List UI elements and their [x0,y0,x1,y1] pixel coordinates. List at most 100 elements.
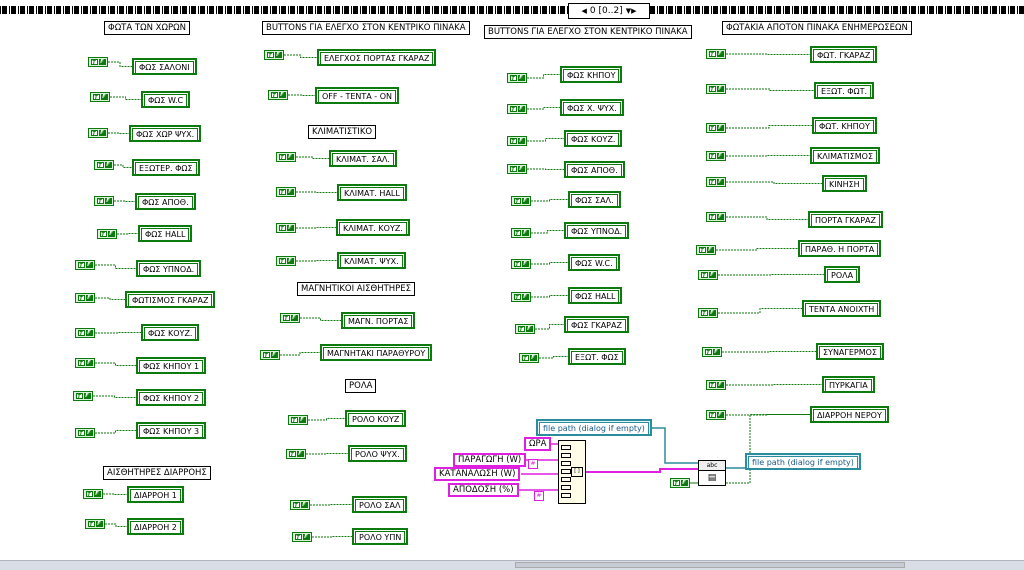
indicator-exterior-light[interactable]: ΕΞΩΤΕΡ. ΦΩΣ [132,159,200,176]
indicator-light-psych-2[interactable]: ΦΩΣ Χ. ΨΥΧ. [560,99,624,116]
boolean-control[interactable]: TF [706,380,726,390]
indicator-ac-living[interactable]: ΚΛΙΜΑΤ. ΣΑΛ. [329,150,397,167]
boolean-control[interactable]: TF [75,428,95,438]
boolean-control[interactable]: TF [706,123,726,133]
boolean-control[interactable]: TF [698,308,718,318]
boolean-control[interactable]: TF [507,136,527,146]
write-to-spreadsheet-node[interactable]: abc ▤ [698,460,726,486]
indicator-panel-shutters[interactable]: ΡΟΛΑ [824,266,861,283]
boolean-control[interactable]: TF [507,164,527,174]
indicator-panel-air-condition[interactable]: ΚΛΙΜΑΤΙΣΜΟΣ [810,147,881,164]
production-string[interactable]: ΠΑΡΑΓΩΓΗ (W) [453,453,527,467]
indicator-garden-light[interactable]: ΦΩΣ ΚΗΠΟΥ [560,66,623,83]
indicator-magnetic-door[interactable]: ΜΑΓΝ. ΠΟΡΤΑΣ [341,312,416,329]
indicator-panel-window-door[interactable]: ΠΑΡΑΘ. Η ΠΟΡΤΑ [798,240,882,257]
indicator-light-bedroom[interactable]: ΦΩΣ ΥΠΝΟΔ. [136,260,202,277]
boolean-control[interactable]: TF [94,196,114,206]
boolean-control[interactable]: TF [507,73,527,83]
boolean-control[interactable]: TF [88,57,108,67]
boolean-control[interactable]: TF [706,410,726,420]
boolean-control[interactable]: TF [702,347,722,357]
indicator-shutter-living[interactable]: ΡΟΛΟ ΣΑΛ [352,496,408,513]
indicator-light-psych[interactable]: ΦΩΣ ΧΩΡ ΨΥΧ. [129,125,202,142]
indicator-garden-light-2[interactable]: ΦΩΣ ΚΗΠΟΥ 2 [136,389,207,406]
file-path-control[interactable]: file path (dialog if empty) [536,419,652,436]
indicator-panel-garage-door[interactable]: ΠΟΡΤΑ ΓΚΑΡΑΖ [808,211,883,228]
indicator-panel-water-leak[interactable]: ΔΙΑΡΡΟΗ ΝΕΡΟΥ [810,406,889,423]
build-array-node[interactable]: [ ] [558,440,586,504]
indicator-light-wc-2[interactable]: ΦΩΣ W.C. [568,254,620,271]
indicator-panel-alarm[interactable]: ΣΥΝΑΓΕΡΜΟΣ [816,343,884,360]
boolean-control[interactable]: TF [288,415,308,425]
indicator-garage-door-control[interactable]: ΕΛΕΓΧΟΣ ΠΟΡΤΑΣ ΓΚΑΡΑΖ [317,49,437,66]
boolean-control[interactable]: TF [83,489,103,499]
indicator-light-kitchen-2[interactable]: ΦΩΣ ΚΟΥΖ. [564,130,623,147]
indicator-light-hall-2[interactable]: ΦΩΣ HALL [568,287,623,304]
boolean-control[interactable]: TF [696,245,716,255]
boolean-control[interactable]: TF [276,152,296,162]
consumption-string[interactable]: ΚΑΤΑΝΑΛΩΣΗ (W) [434,467,521,481]
indicator-shutter-psych[interactable]: ΡΟΛΟ ΨΥΧ. [348,445,407,462]
indicator-light-hall[interactable]: ΦΩΣ HALL [138,225,193,242]
time-string[interactable]: ΩΡΑ [524,437,552,451]
boolean-control[interactable]: TF [73,391,93,401]
indicator-panel-garden-light[interactable]: ΦΩΤ. ΚΗΠΟΥ [812,117,877,134]
indicator-exterior-light-2[interactable]: ΕΞΩΤ. ΦΩΣ [568,348,626,365]
indicator-magnetic-window[interactable]: ΜΑΓΝΗΤΑΚΙ ΠΑΡΑΘΥΡΟΥ [320,344,433,361]
indicator-shutter-kitchen[interactable]: ΡΟΛΟ ΚΟΥΖ [345,410,407,427]
indicator-leak-1[interactable]: ΔΙΑΡΡΟΗ 1 [127,486,184,503]
boolean-control[interactable]: TF [706,49,726,59]
indicator-panel-motion[interactable]: ΚΙΝΗΣΗ [822,175,867,192]
efficiency-string[interactable]: ΑΠΟΔΟΣΗ (%) [448,483,519,497]
indicator-light-living-2[interactable]: ΦΩΣ ΣΑΛ. [568,191,621,208]
boolean-control[interactable]: TF [85,519,105,529]
indicator-light-storage[interactable]: ΦΩΣ ΑΠΟΘ. [135,193,196,210]
scrollbar-thumb[interactable] [515,562,905,568]
boolean-control[interactable]: TF [280,313,300,323]
boolean-control[interactable]: TF [515,324,535,334]
indicator-garden-light-1[interactable]: ΦΩΣ ΚΗΠΟΥ 1 [136,357,207,374]
boolean-control[interactable]: TF [88,128,108,138]
boolean-control[interactable]: TF [511,292,531,302]
case-selector[interactable]: ◀ 0 [0..2] ▼▶ [568,3,650,19]
indicator-panel-fire[interactable]: ΠΥΡΚΑΓΙΑ [822,376,875,393]
boolean-control[interactable]: TF [670,478,690,488]
boolean-control[interactable]: TF [90,92,110,102]
decrement-arrow-icon[interactable]: ◀ [582,7,587,15]
boolean-control[interactable]: TF [276,187,296,197]
boolean-control[interactable]: TF [698,270,718,280]
indicator-shutter-bedroom[interactable]: ΡΟΛΟ ΥΠΝ [352,528,409,545]
boolean-control[interactable]: TF [75,328,95,338]
boolean-control[interactable]: TF [511,196,531,206]
indicator-light-wc[interactable]: ΦΩΣ W.C [141,91,191,108]
indicator-ac-hall[interactable]: ΚΛΙΜΑΤ. HALL [337,184,407,201]
indicator-garage-lighting[interactable]: ΦΩΤΙΣΜΟΣ ΓΚΑΡΑΖ [125,291,216,308]
indicator-panel-awning-open[interactable]: ΤΕΝΤΑ ΑΝΟΙΧΤΗ [802,300,882,317]
boolean-control[interactable]: TF [97,229,117,239]
boolean-control[interactable]: TF [706,177,726,187]
boolean-control[interactable]: TF [706,151,726,161]
indicator-light-kitchen[interactable]: ΦΩΣ ΚΟΥΖ. [141,324,200,341]
indicator-panel-exterior-light[interactable]: ΕΞΩΤ. ΦΩΤ. [814,82,875,99]
boolean-control[interactable]: TF [94,160,114,170]
indicator-light-living[interactable]: ΦΩΣ ΣΑΛΟΝΙ [132,58,197,75]
boolean-control[interactable]: TF [706,212,726,222]
indicator-light-garage-2[interactable]: ΦΩΣ ΓΚΑΡΑΖ [564,316,629,333]
indicator-awning-switch[interactable]: OFF - ΤΕΝΤΑ - ON [315,87,400,104]
boolean-control[interactable]: TF [519,353,539,363]
boolean-control[interactable]: TF [75,260,95,270]
boolean-control[interactable]: TF [292,532,312,542]
boolean-control[interactable]: TF [290,500,310,510]
boolean-control[interactable]: TF [507,104,527,114]
indicator-leak-2[interactable]: ΔΙΑΡΡΟΗ 2 [127,518,184,535]
indicator-ac-kitchen[interactable]: ΚΛΙΜΑΤ. ΚΟΥΖ. [336,219,410,236]
boolean-control[interactable]: TF [268,90,288,100]
boolean-control[interactable]: TF [276,223,296,233]
boolean-control[interactable]: TF [511,228,531,238]
indicator-ac-psych[interactable]: ΚΛΙΜΑΤ. ΨΥΧ. [337,252,406,269]
boolean-control[interactable]: TF [260,350,280,360]
boolean-control[interactable]: TF [511,259,531,269]
case-dropdown-icon[interactable]: ▼▶ [626,7,637,15]
boolean-control[interactable]: TF [75,358,95,368]
indicator-panel-garage-light[interactable]: ΦΩΤ. ΓΚΑΡΑΖ [810,46,878,63]
